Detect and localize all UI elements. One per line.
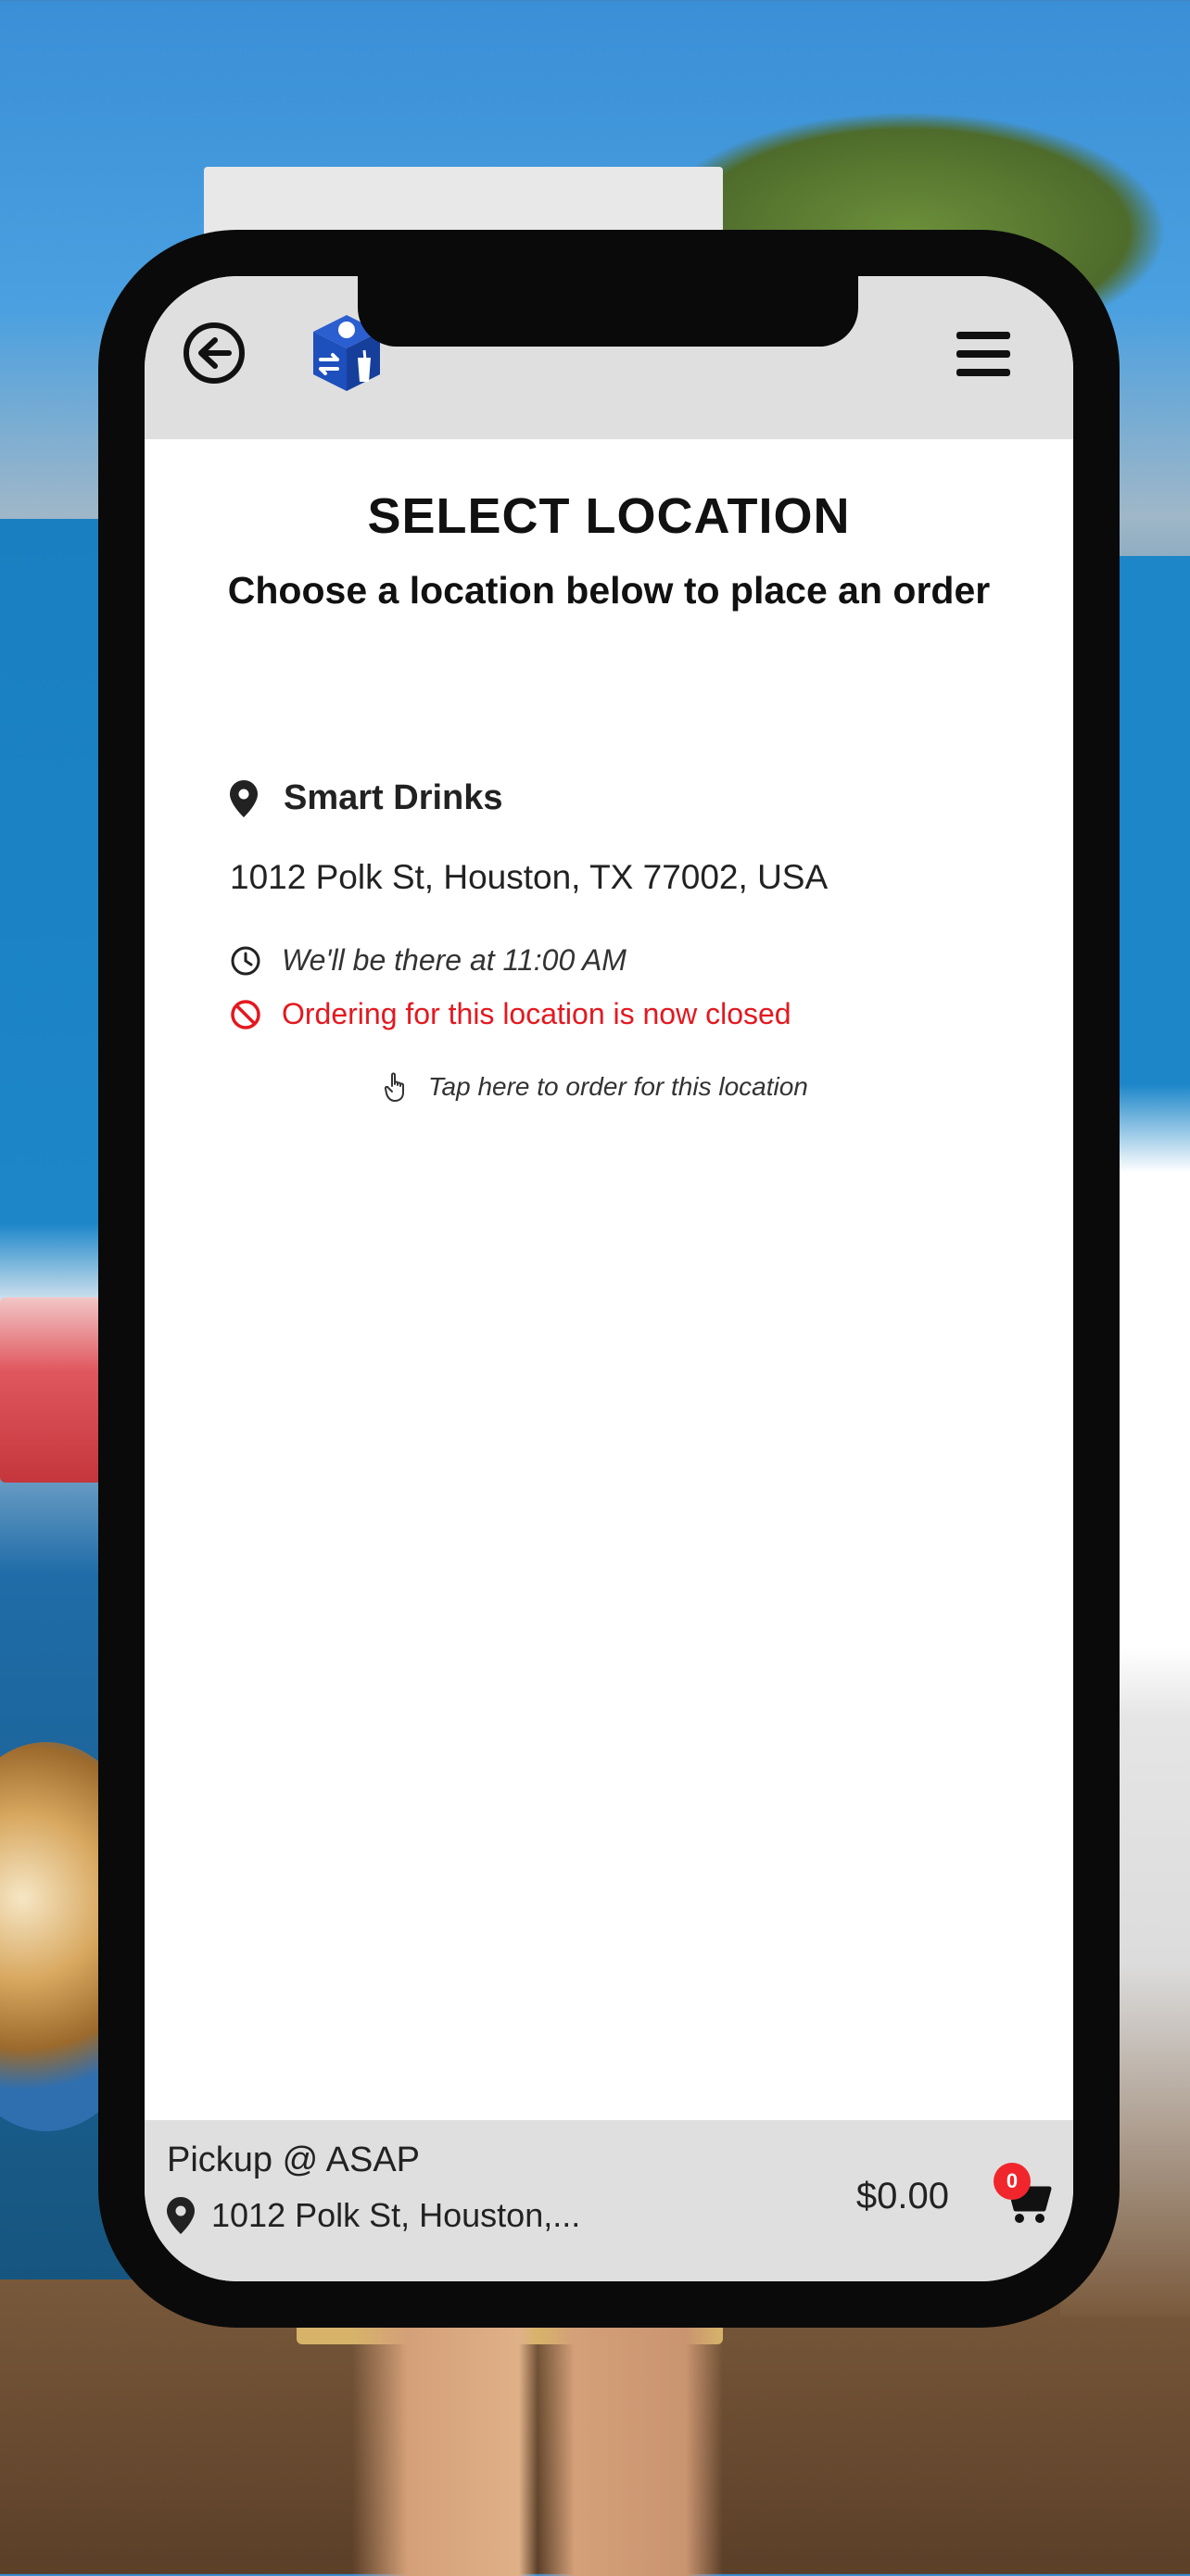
cart-button[interactable]: 0 [994, 2163, 1053, 2226]
location-status: Ordering for this location is now closed [282, 997, 791, 1030]
order-summary-bar[interactable]: Pickup @ ASAP 1012 Polk St, Houston,... … [145, 2120, 1073, 2281]
pickup-label: Pickup @ ASAP [167, 2140, 421, 2179]
pickup-address: 1012 Polk St, Houston,... [211, 2196, 581, 2234]
phone-frame: SELECT LOCATION Choose a location below … [98, 230, 1120, 2328]
location-name: Smart Drinks [284, 778, 503, 817]
hand-pointer-icon [384, 1072, 404, 1102]
page-subtitle: Choose a location below to place an orde… [227, 569, 991, 612]
cart-count-badge: 0 [994, 2163, 1031, 2200]
map-pin-icon [167, 2197, 195, 2234]
phone-notch [358, 276, 858, 347]
app-screen: SELECT LOCATION Choose a location below … [145, 276, 1073, 2281]
location-schedule: We'll be there at 11:00 AM [282, 943, 627, 977]
location-address: 1012 Polk St, Houston, TX 77002, USA [230, 858, 829, 896]
order-location-link[interactable]: Tap here to order for this location [428, 1072, 808, 1102]
clock-icon [231, 946, 260, 975]
hamburger-menu-icon [956, 332, 1010, 339]
cart-total: $0.00 [855, 2176, 949, 2216]
menu-button[interactable] [956, 332, 1010, 376]
ban-icon [231, 999, 260, 1029]
map-pin-icon [230, 779, 258, 817]
arrow-left-circle-icon [198, 337, 232, 369]
page-title: SELECT LOCATION [367, 488, 851, 544]
back-button[interactable] [184, 322, 245, 384]
